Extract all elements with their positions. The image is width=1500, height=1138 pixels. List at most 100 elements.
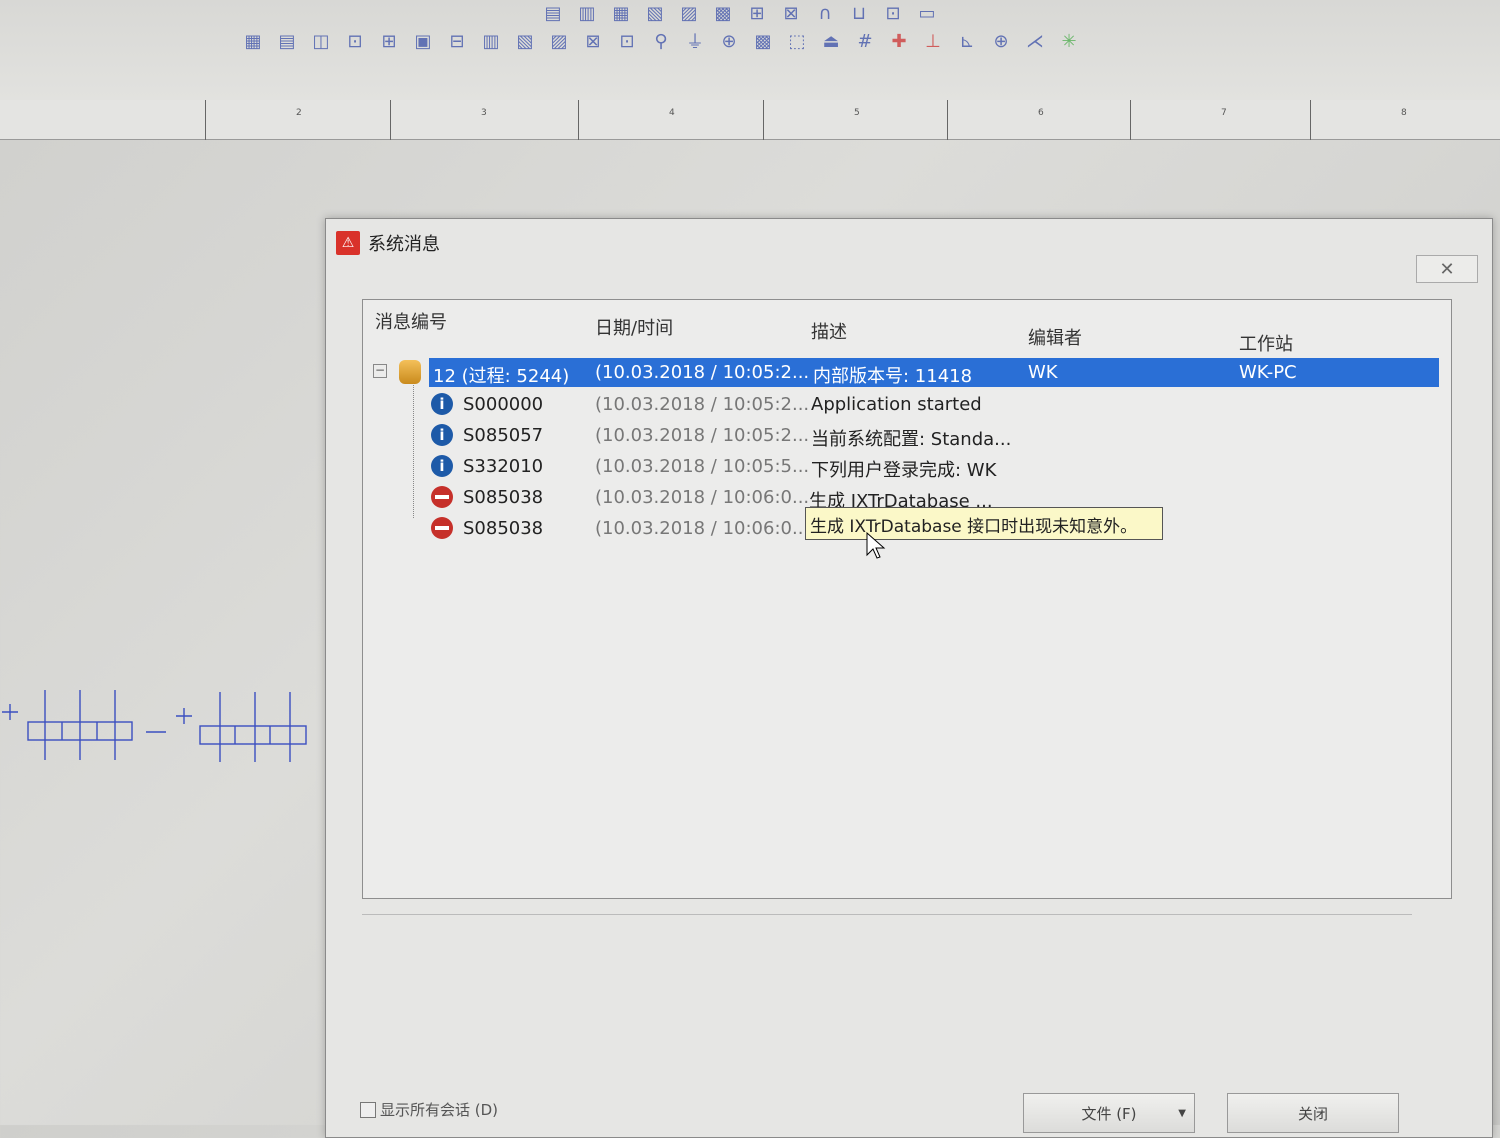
tool-icon[interactable]: ▩ xyxy=(750,28,776,54)
database-icon xyxy=(399,360,421,384)
tool-icon[interactable]: ⊟ xyxy=(444,28,470,54)
close-button[interactable]: 关闭 xyxy=(1227,1093,1399,1133)
info-icon: i xyxy=(431,393,453,415)
column-header-datetime[interactable]: 日期/时间 xyxy=(595,314,673,340)
dialog-title: 系统消息 xyxy=(368,234,440,255)
message-id: S000000 xyxy=(463,394,544,415)
tool-icon[interactable]: ⊠ xyxy=(580,28,606,54)
message-id: S085057 xyxy=(463,425,544,446)
dropdown-arrow-icon: ▼ xyxy=(1178,1107,1186,1119)
checkbox-box[interactable] xyxy=(360,1101,376,1118)
message-editor: WK xyxy=(1028,362,1058,383)
message-description: 内部版本号: 11418 xyxy=(813,366,973,387)
info-icon: i xyxy=(431,424,453,446)
mouse-cursor-icon xyxy=(866,532,886,559)
message-datetime: (10.03.2018 / 10:05:5... xyxy=(595,456,810,477)
info-icon: i xyxy=(431,455,453,477)
tool-icon[interactable]: ⊡ xyxy=(342,28,368,54)
ruler-tick: 7 xyxy=(1130,100,1310,140)
tool-icon[interactable]: ⊠ xyxy=(778,0,804,26)
tool-icon[interactable]: ⊕ xyxy=(988,28,1014,54)
collapse-icon[interactable]: − xyxy=(373,364,387,378)
tool-icon[interactable]: ▭ xyxy=(914,0,940,26)
show-all-sessions-checkbox[interactable]: 显示所有会话 (D) xyxy=(360,1099,498,1120)
tool-icon[interactable]: ▧ xyxy=(512,28,538,54)
message-id: S085038 xyxy=(463,518,544,539)
message-workstation: WK-PC xyxy=(1239,362,1297,383)
message-datetime: (10.03.2018 / 10:06:0... xyxy=(595,487,810,508)
system-messages-dialog: ⚠ 系统消息 ✕ 消息编号 日期/时间 描述 编辑者 工作站 − 12 (过程:… xyxy=(325,218,1493,1138)
ruler-tick: 3 xyxy=(390,100,578,140)
tool-icon[interactable]: ◫ xyxy=(308,28,334,54)
schematic-canvas xyxy=(2,690,307,762)
tool-icon[interactable]: ▤ xyxy=(274,28,300,54)
tool-icon[interactable]: ✳ xyxy=(1056,28,1082,54)
table-row[interactable]: i S000000 (10.03.2018 / 10:05:2... Appli… xyxy=(363,390,1451,421)
message-id: S085038 xyxy=(463,487,544,508)
column-header-description[interactable]: 描述 xyxy=(811,318,847,344)
tool-icon[interactable]: ⊾ xyxy=(954,28,980,54)
ruler-tick: 8 xyxy=(1310,100,1488,140)
toolbar-row-1: ▦ ▤ ◫ ⊡ ⊞ ▣ ⊟ ▥ ▧ ▨ ⊠ ⊡ ⚲ ⏚ ⊕ ▩ ⬚ ⏏ # ✚ ⊥ ⊾ ⊕ ⋌ ✳ xyxy=(240,28,1082,54)
message-id: 12 (过程: 5244) xyxy=(433,366,570,387)
tool-icon[interactable]: ▥ xyxy=(574,0,600,26)
message-datetime: (10.03.2018 / 10:06:0... xyxy=(595,518,810,539)
table-row[interactable]: i S332010 (10.03.2018 / 10:05:5... 下列用户登… xyxy=(363,452,1451,483)
description-tooltip: 生成 IXTrDatabase 接口时出现未知意外。 xyxy=(805,507,1163,540)
message-description: Application started xyxy=(811,394,982,415)
column-header-editor[interactable]: 编辑者 xyxy=(1028,324,1082,350)
tool-icon[interactable]: ▤ xyxy=(540,0,566,26)
ruler: 2 3 4 5 6 7 8 xyxy=(0,100,1500,140)
tool-icon[interactable]: ⋌ xyxy=(1022,28,1048,54)
toolbar-row-0: ▤ ▥ ▦ ▧ ▨ ▩ ⊞ ⊠ ∩ ⊔ ⊡ ▭ xyxy=(540,0,940,26)
tool-icon[interactable]: # xyxy=(852,28,878,54)
ruler-tick: 5 xyxy=(763,100,947,140)
tool-icon[interactable]: ⊡ xyxy=(614,28,640,54)
message-datetime: (10.03.2018 / 10:05:2... xyxy=(595,394,810,415)
message-description: 下列用户登录完成: WK xyxy=(811,460,997,481)
message-datetime: (10.03.2018 / 10:05:2... xyxy=(595,362,810,383)
ruler-tick: 2 xyxy=(205,100,390,140)
checkbox-label: 显示所有会话 (D) xyxy=(380,1101,499,1119)
tool-icon[interactable]: ⊥ xyxy=(920,28,946,54)
column-header-workstation[interactable]: 工作站 xyxy=(1239,330,1293,356)
tool-icon[interactable]: ⊞ xyxy=(744,0,770,26)
tool-icon[interactable]: ▨ xyxy=(676,0,702,26)
ruler-tick: 6 xyxy=(947,100,1130,140)
dialog-titlebar: ⚠ 系统消息 xyxy=(326,219,1492,267)
app-logo-icon: ⚠ xyxy=(336,231,360,255)
tool-icon[interactable]: ▨ xyxy=(546,28,572,54)
error-icon xyxy=(431,486,453,508)
tool-icon[interactable]: ✚ xyxy=(886,28,912,54)
tool-icon[interactable]: ⬚ xyxy=(784,28,810,54)
message-list[interactable]: 消息编号 日期/时间 描述 编辑者 工作站 − 12 (过程: 5244) (1… xyxy=(362,299,1452,899)
tool-icon[interactable]: ▦ xyxy=(608,0,634,26)
tool-icon[interactable]: ▣ xyxy=(410,28,436,54)
tool-icon[interactable]: ∩ xyxy=(812,0,838,26)
file-button-label: 文件 (F) xyxy=(1081,1104,1137,1123)
tool-icon[interactable]: ⊔ xyxy=(846,0,872,26)
file-menu-button[interactable]: 文件 (F) ▼ xyxy=(1023,1093,1195,1133)
tool-icon[interactable]: ▥ xyxy=(478,28,504,54)
ruler-tick: 4 xyxy=(578,100,763,140)
toolbar: ▦ ▤ ◫ ⊡ ⊞ ▣ ⊟ ▥ ▧ ▨ ⊠ ⊡ ⚲ ⏚ ⊕ ▩ ⬚ ⏏ # ✚ ⊥ ⊾ ⊕ ⋌ ✳ ▤ ▥ ▦ ▧ ▨ ▩ ⊞ ⊠ ∩ ⊔ ⊡ ▭ xyxy=(0,0,1500,100)
close-icon[interactable]: ✕ xyxy=(1416,255,1478,283)
tool-icon[interactable]: ▧ xyxy=(642,0,668,26)
tool-icon[interactable]: ▦ xyxy=(240,28,266,54)
tool-icon[interactable]: ⊡ xyxy=(880,0,906,26)
message-description: 当前系统配置: Standa... xyxy=(811,429,1012,450)
tool-icon[interactable]: ⏚ xyxy=(682,28,708,54)
tool-icon[interactable]: ▩ xyxy=(710,0,736,26)
column-header-id[interactable]: 消息编号 xyxy=(375,308,447,334)
message-detail-area xyxy=(362,914,1412,1084)
tool-icon[interactable]: ⏏ xyxy=(818,28,844,54)
tool-icon[interactable]: ⊞ xyxy=(376,28,402,54)
message-datetime: (10.03.2018 / 10:05:2... xyxy=(595,425,810,446)
table-row[interactable]: i S085057 (10.03.2018 / 10:05:2... 当前系统配… xyxy=(363,421,1451,452)
tool-icon[interactable]: ⊕ xyxy=(716,28,742,54)
circuit-breaker-symbol xyxy=(2,690,307,762)
tool-icon[interactable]: ⚲ xyxy=(648,28,674,54)
table-row[interactable]: − 12 (过程: 5244) (10.03.2018 / 10:05:2...… xyxy=(363,358,1451,389)
error-icon xyxy=(431,517,453,539)
message-id: S332010 xyxy=(463,456,544,477)
